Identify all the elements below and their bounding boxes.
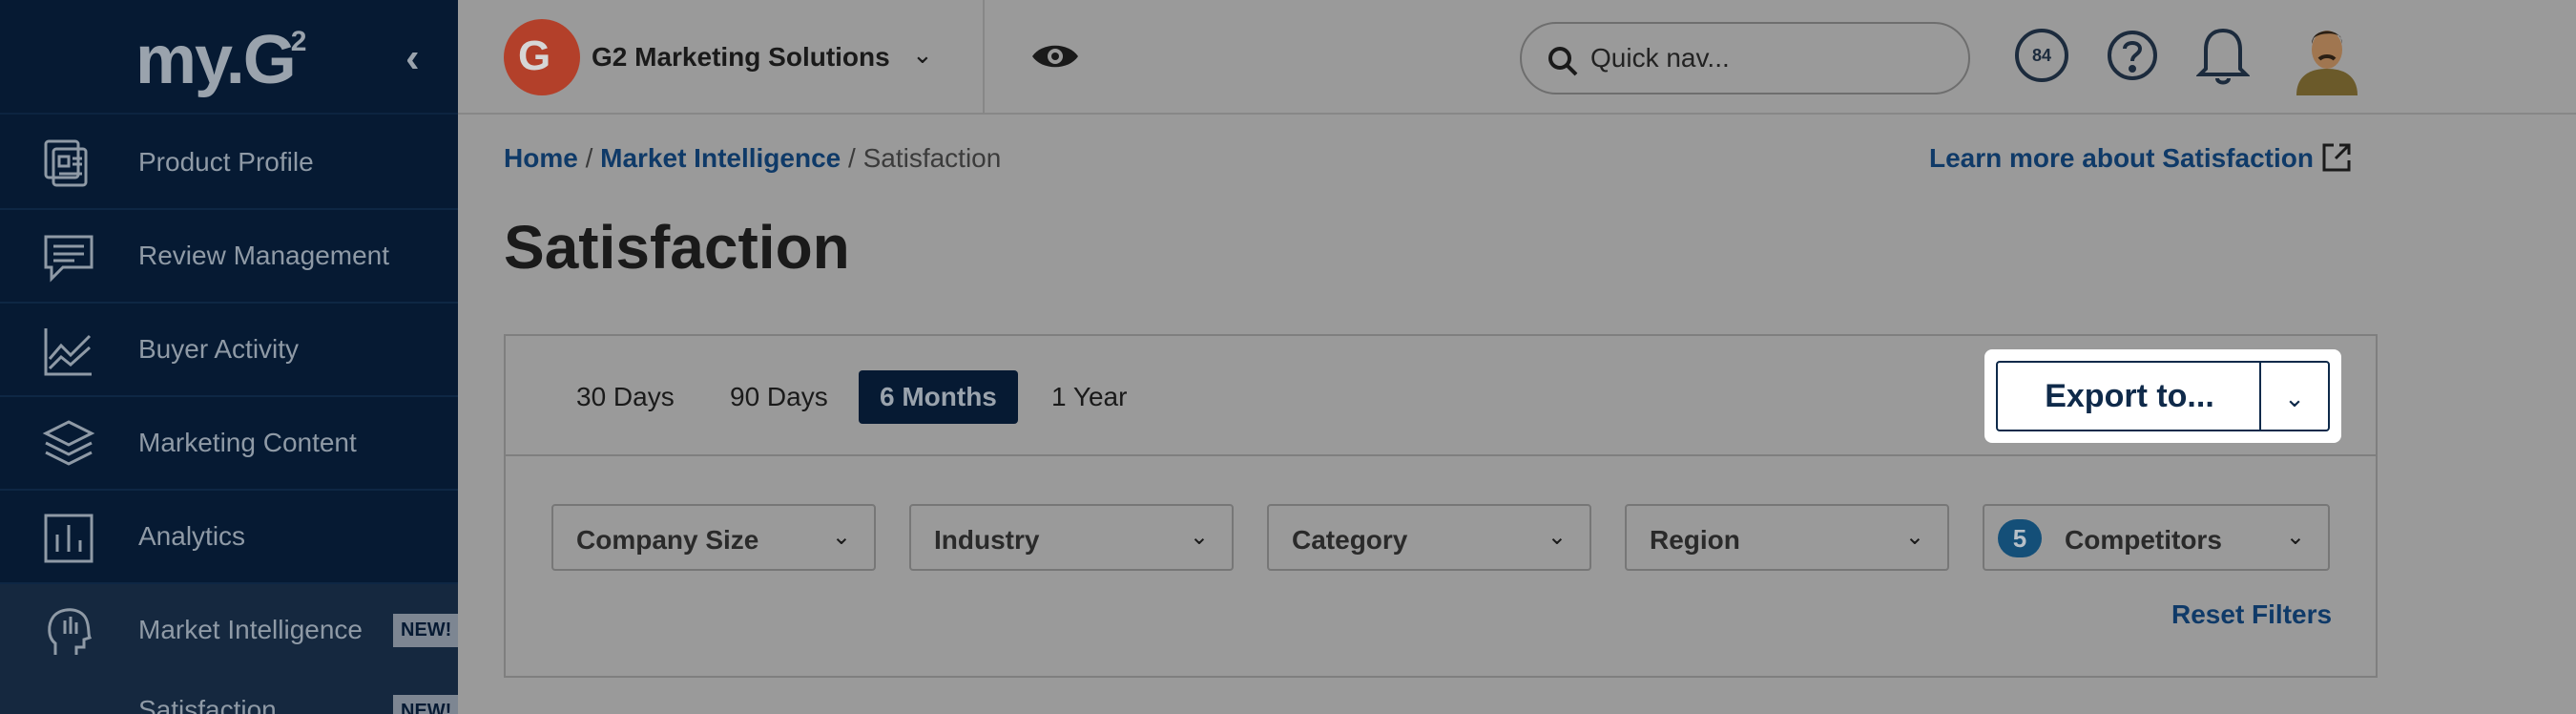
sidebar-item-product-profile[interactable]: Product Profile bbox=[0, 116, 458, 210]
chevron-down-icon[interactable]: ⌄ bbox=[2259, 361, 2330, 431]
filter-label: Category bbox=[1292, 525, 1408, 555]
chevron-down-icon: ⌄ bbox=[2285, 524, 2305, 550]
sidebar-item-label: Market Intelligence bbox=[138, 615, 364, 644]
eye-icon[interactable] bbox=[1030, 40, 1080, 73]
filter-category[interactable]: Category ⌄ bbox=[1267, 504, 1591, 571]
org-name[interactable]: G2 Marketing Solutions bbox=[592, 42, 890, 73]
page-title: Satisfaction bbox=[504, 213, 850, 282]
sidebar-subitem-label: Satisfaction bbox=[138, 695, 277, 714]
sidebar-item-label: Buyer Activity bbox=[138, 334, 300, 364]
filter-label: Competitors bbox=[2065, 525, 2222, 555]
search-icon bbox=[1548, 47, 1578, 76]
score-badge[interactable]: 84 bbox=[2015, 29, 2068, 82]
quick-nav-search[interactable] bbox=[1520, 22, 1970, 94]
sidebar: my.G2 ‹ Product Profile Review Managemen… bbox=[0, 0, 458, 714]
filter-region[interactable]: Region ⌄ bbox=[1625, 504, 1949, 571]
filter-label: Industry bbox=[934, 525, 1040, 555]
range-6-months[interactable]: 6 Months bbox=[859, 370, 1018, 424]
filter-label: Company Size bbox=[576, 525, 759, 555]
sidebar-item-buyer-activity[interactable]: Buyer Activity bbox=[0, 304, 458, 397]
chevron-left-icon[interactable]: ‹ bbox=[405, 34, 420, 82]
export-group: Export to... ⌄ bbox=[1984, 349, 2341, 443]
sidebar-item-label: Analytics bbox=[138, 521, 246, 551]
product-profile-icon bbox=[44, 139, 88, 187]
external-link-icon[interactable] bbox=[2320, 141, 2353, 174]
breadcrumb-current: Satisfaction bbox=[862, 143, 1002, 173]
reset-filters-link[interactable]: Reset Filters bbox=[2171, 599, 2332, 630]
chevron-down-icon: ⌄ bbox=[1904, 524, 1924, 550]
sidebar-item-review-management[interactable]: Review Management bbox=[0, 210, 458, 304]
breadcrumb: Home / Market Intelligence / Satisfactio… bbox=[504, 143, 1001, 174]
chart-line-icon bbox=[44, 328, 92, 376]
filter-industry[interactable]: Industry ⌄ bbox=[909, 504, 1234, 571]
search-input[interactable] bbox=[1590, 39, 1953, 77]
bar-chart-icon bbox=[44, 514, 93, 563]
filter-competitors[interactable]: 5 Competitors ⌄ bbox=[1983, 504, 2330, 571]
filter-label: Region bbox=[1650, 525, 1740, 555]
sidebar-item-market-intelligence[interactable]: Market Intelligence NEW! bbox=[0, 584, 458, 678]
range-30-days[interactable]: 30 Days bbox=[555, 370, 696, 424]
export-button[interactable]: Export to... bbox=[1996, 361, 2261, 431]
breadcrumb-separator: / bbox=[585, 143, 593, 173]
breadcrumb-separator: / bbox=[848, 143, 856, 173]
new-badge: NEW! bbox=[393, 695, 458, 714]
new-badge: NEW! bbox=[393, 613, 458, 647]
sidebar-subitem-satisfaction[interactable]: Satisfaction NEW! bbox=[0, 676, 458, 714]
sidebar-item-label: Marketing Content bbox=[138, 428, 357, 457]
range-90-days[interactable]: 90 Days bbox=[709, 370, 849, 424]
sidebar-header: my.G2 ‹ bbox=[0, 0, 458, 115]
my-g2-logo[interactable]: my.G2 bbox=[135, 21, 308, 99]
header-divider bbox=[983, 0, 985, 115]
panel-toolbar: 30 Days 90 Days 6 Months 1 Year Export t… bbox=[506, 336, 2376, 456]
g2-org-logo[interactable]: G bbox=[504, 19, 580, 95]
bell-icon[interactable] bbox=[2196, 23, 2250, 86]
chevron-down-icon: ⌄ bbox=[1547, 524, 1567, 550]
range-1-year[interactable]: 1 Year bbox=[1030, 370, 1148, 424]
sidebar-item-marketing-content[interactable]: Marketing Content bbox=[0, 397, 458, 491]
head-icon bbox=[48, 608, 93, 655]
chat-icon bbox=[44, 235, 93, 283]
breadcrumb-home[interactable]: Home bbox=[504, 143, 578, 173]
sidebar-item-label: Review Management bbox=[138, 241, 390, 270]
filter-company-size[interactable]: Company Size ⌄ bbox=[551, 504, 876, 571]
sidebar-item-analytics[interactable]: Analytics bbox=[0, 491, 458, 584]
chevron-down-icon: ⌄ bbox=[1189, 524, 1209, 550]
filters-panel: 30 Days 90 Days 6 Months 1 Year Export t… bbox=[504, 334, 2378, 678]
chevron-down-icon[interactable]: ⌄ bbox=[912, 40, 933, 70]
learn-more-link[interactable]: Learn more about Satisfaction bbox=[1929, 143, 2314, 174]
top-header: G G2 Marketing Solutions ⌄ 84 bbox=[458, 0, 2576, 115]
competitor-count-badge: 5 bbox=[1998, 519, 2042, 557]
breadcrumb-market-intelligence[interactable]: Market Intelligence bbox=[600, 143, 841, 173]
chevron-down-icon: ⌄ bbox=[831, 524, 851, 550]
user-avatar[interactable] bbox=[2293, 19, 2361, 95]
sidebar-item-label: Product Profile bbox=[138, 147, 314, 177]
help-icon[interactable] bbox=[2106, 29, 2159, 82]
layers-icon bbox=[42, 420, 95, 466]
